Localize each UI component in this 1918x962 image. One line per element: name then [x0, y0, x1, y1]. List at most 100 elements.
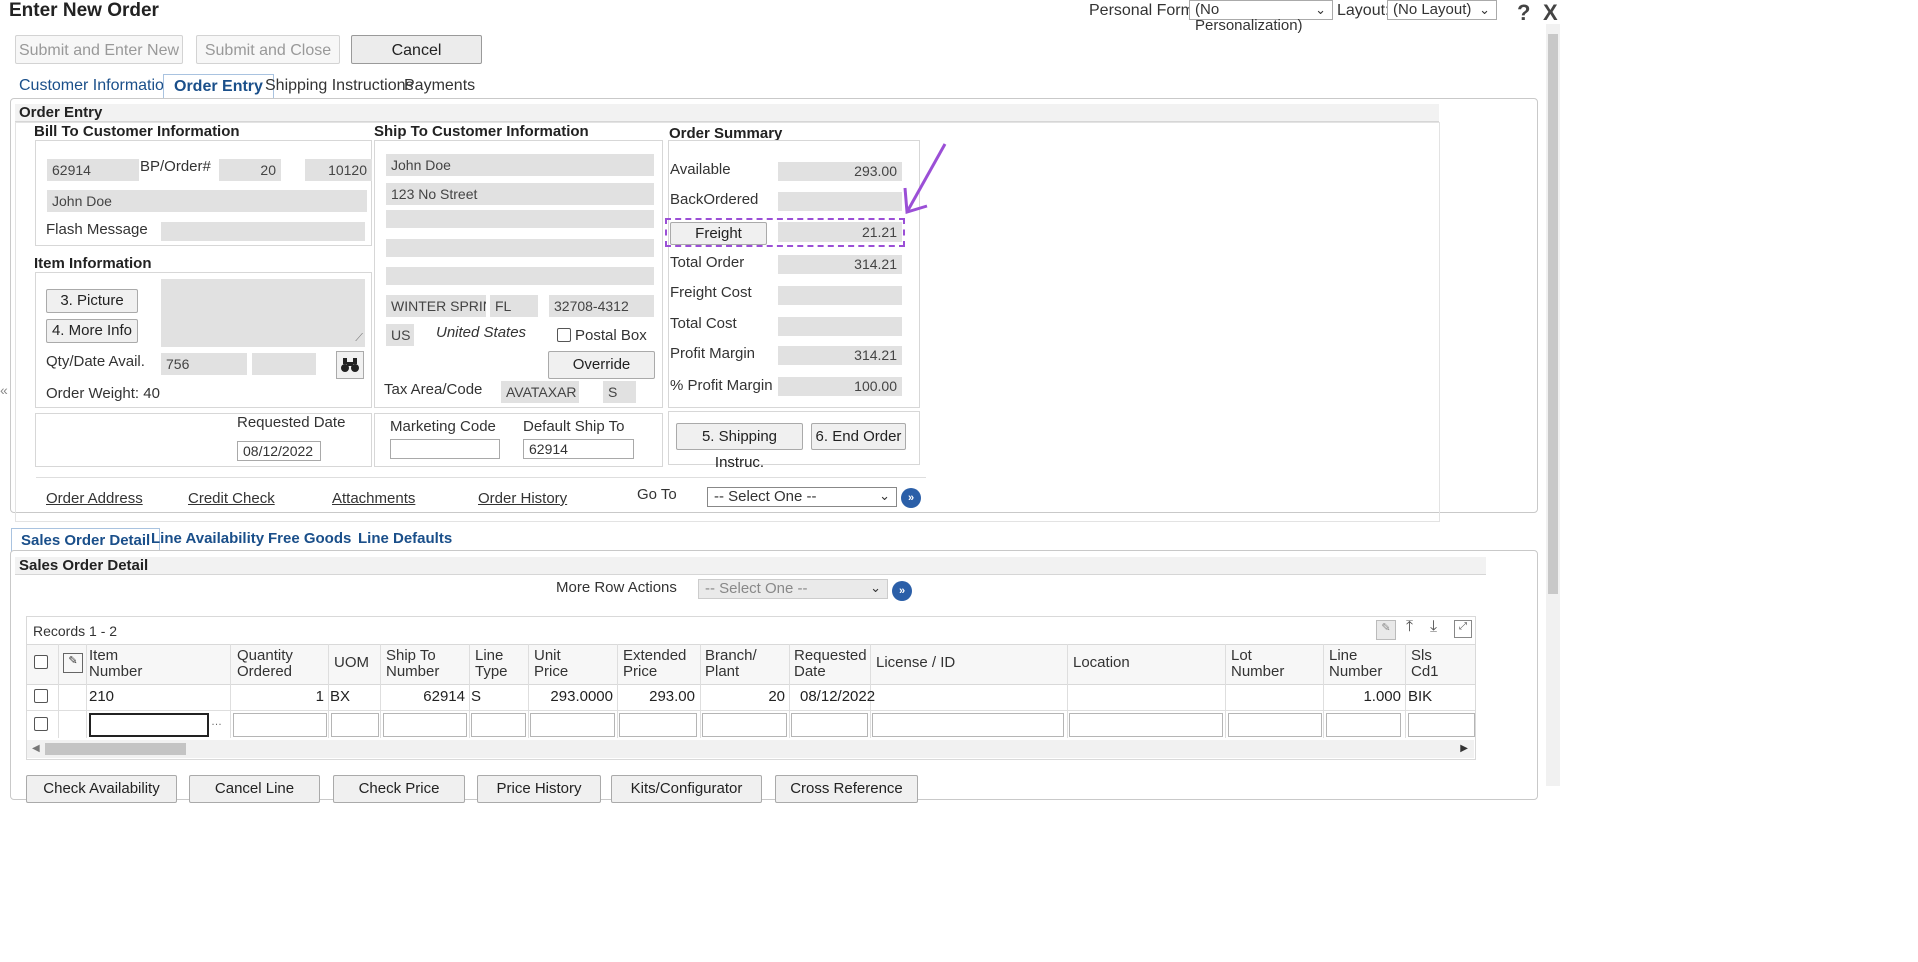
ship-to-state[interactable]: FL	[490, 295, 538, 317]
row-1-uom[interactable]: BX	[330, 688, 350, 705]
more-row-actions-go-icon[interactable]: »	[892, 581, 912, 601]
row-1-extended-price[interactable]: 293.00	[619, 688, 695, 705]
cancel-line-button[interactable]: Cancel Line	[189, 775, 320, 803]
expand-grid-icon[interactable]: ⤢	[1454, 620, 1472, 638]
date-avail-field[interactable]	[252, 353, 316, 375]
ship-to-zip[interactable]: 32708-4312	[549, 295, 654, 317]
row-2-cell-input[interactable]	[1326, 713, 1401, 737]
total-order-field[interactable]: 314.21	[778, 255, 902, 274]
check-availability-button[interactable]: Check Availability	[26, 775, 177, 803]
marketing-code-input[interactable]	[390, 439, 500, 459]
layout-select[interactable]: (No Layout) ⌄	[1387, 0, 1497, 20]
freight-button[interactable]: Freight	[670, 222, 767, 245]
cancel-button[interactable]: Cancel	[351, 35, 482, 64]
row-2-cell-input[interactable]	[1069, 713, 1223, 737]
row-2-cell-input[interactable]	[872, 713, 1064, 737]
column-header-unit-price[interactable]: Unit Price	[534, 648, 568, 680]
horizontal-scrollbar[interactable]: ◀ ▶	[27, 740, 1474, 758]
profit-margin-field[interactable]: 314.21	[778, 346, 902, 365]
shipping-instructions-button[interactable]: 5. Shipping Instruc.	[676, 423, 803, 471]
row-1-sls-cd1[interactable]: BIK	[1408, 688, 1432, 705]
tab-shipping-instructions[interactable]: Shipping Instructions	[265, 77, 414, 95]
column-header-extended-price[interactable]: Extended Price	[623, 648, 686, 680]
column-header-line-number[interactable]: Line Number	[1329, 648, 1382, 680]
bill-to-customer-number[interactable]: 62914	[47, 159, 139, 181]
select-all-checkbox[interactable]	[34, 655, 48, 669]
row-2-cell-input[interactable]	[331, 713, 379, 737]
scrollbar-thumb[interactable]	[1548, 34, 1558, 594]
scroll-right-icon[interactable]: ▶	[1460, 743, 1468, 754]
row-2-cell-input[interactable]	[791, 713, 868, 737]
row-1-line-number[interactable]: 1.000	[1326, 688, 1401, 705]
row-2-cell-input[interactable]	[619, 713, 697, 737]
column-header-line-type[interactable]: Line Type	[475, 648, 508, 680]
tax-code-field[interactable]: S	[603, 381, 636, 403]
edit-grid-icon[interactable]: ✎	[1376, 620, 1396, 640]
column-header-quantity-ordered[interactable]: Quantity Ordered	[237, 648, 293, 680]
row-2-cell-input[interactable]	[702, 713, 787, 737]
horizontal-scrollbar-thumb[interactable]	[45, 743, 186, 755]
tab-order-entry[interactable]: Order Entry	[163, 74, 274, 99]
freight-field[interactable]: 21.21	[778, 222, 902, 242]
bp-field[interactable]: 20	[219, 159, 281, 181]
tab-line-defaults[interactable]: Line Defaults	[358, 530, 452, 547]
ship-to-name[interactable]: John Doe	[386, 154, 654, 176]
order-history-link[interactable]: Order History	[478, 490, 567, 507]
row-1-branch-plant[interactable]: 20	[702, 688, 785, 705]
row-2-cell-input[interactable]	[233, 713, 327, 737]
ship-to-address-3[interactable]	[386, 239, 654, 257]
tax-area-field[interactable]: AVATAXAR	[501, 381, 579, 403]
ship-to-address-2[interactable]	[386, 210, 654, 228]
row-2-cell-input[interactable]	[1228, 713, 1322, 737]
go-to-select[interactable]: -- Select One -- ⌄	[707, 487, 897, 507]
tab-customer-information[interactable]: Customer Information	[19, 77, 173, 95]
item-notes-textarea[interactable]: ⟋	[161, 279, 365, 347]
close-icon[interactable]: X	[1543, 0, 1558, 26]
column-header-branch-plant[interactable]: Branch/Plant	[705, 648, 757, 680]
row-2-cell-input[interactable]	[383, 713, 467, 737]
backordered-field[interactable]	[778, 192, 902, 211]
override-button[interactable]: Override	[548, 351, 655, 379]
row-1-checkbox[interactable]	[34, 689, 48, 703]
go-to-go-icon[interactable]: »	[901, 488, 921, 508]
column-header-lot-number[interactable]: Lot Number	[1231, 648, 1284, 680]
ship-to-city[interactable]: WINTER SPRING	[386, 295, 486, 317]
submit-and-enter-new-button[interactable]: Submit and Enter New	[15, 35, 183, 64]
requested-date-input[interactable]: 08/12/2022	[237, 441, 321, 461]
row-1-requested-date[interactable]: 08/12/2022	[800, 688, 875, 705]
row-2-cell-input[interactable]	[471, 713, 526, 737]
default-ship-to-input[interactable]: 62914	[523, 439, 634, 459]
vertical-scrollbar[interactable]	[1546, 24, 1560, 786]
tab-payments[interactable]: Payments	[404, 77, 475, 95]
order-address-link[interactable]: Order Address	[46, 490, 143, 507]
bill-to-name[interactable]: John Doe	[47, 190, 367, 212]
check-price-button[interactable]: Check Price	[333, 775, 465, 803]
binoculars-icon[interactable]	[336, 351, 364, 379]
more-info-button[interactable]: 4. More Info	[46, 319, 138, 343]
freight-cost-field[interactable]	[778, 286, 902, 305]
qty-avail-field[interactable]: 756	[161, 353, 247, 375]
collapse-left-icon[interactable]: «	[0, 382, 8, 398]
column-header-uom[interactable]: UOM	[334, 655, 369, 671]
column-header-sls-cd1[interactable]: Sls Cd1	[1411, 648, 1439, 680]
column-header-location[interactable]: Location	[1073, 655, 1130, 671]
row-2-item-lookup-icon[interactable]: …	[211, 716, 222, 728]
end-order-button[interactable]: 6. End Order	[811, 423, 906, 450]
row-1-item-number[interactable]: 210	[89, 688, 114, 705]
personal-form-select[interactable]: (No Personalization) ⌄	[1189, 0, 1333, 34]
row-2-checkbox[interactable]	[34, 717, 48, 731]
download-icon[interactable]: ⤓	[1430, 618, 1437, 636]
kits-configurator-button[interactable]: Kits/Configurator	[611, 775, 762, 803]
row-2-item-number-input[interactable]	[89, 713, 209, 737]
tab-free-goods[interactable]: Free Goods	[268, 530, 351, 547]
row-1-quantity[interactable]: 1	[234, 688, 324, 705]
upload-icon[interactable]: ⤒	[1406, 618, 1413, 636]
row-1-line-type[interactable]: S	[471, 688, 481, 705]
row-2-cell-input[interactable]	[1408, 713, 1475, 737]
order-number-field[interactable]: 10120	[305, 159, 372, 181]
attachments-link[interactable]: Attachments	[332, 490, 415, 507]
ship-to-address-1[interactable]: 123 No Street	[386, 183, 654, 205]
column-header-ship-to-number[interactable]: Ship To Number	[386, 648, 439, 680]
available-field[interactable]: 293.00	[778, 162, 902, 181]
credit-check-link[interactable]: Credit Check	[188, 490, 275, 507]
